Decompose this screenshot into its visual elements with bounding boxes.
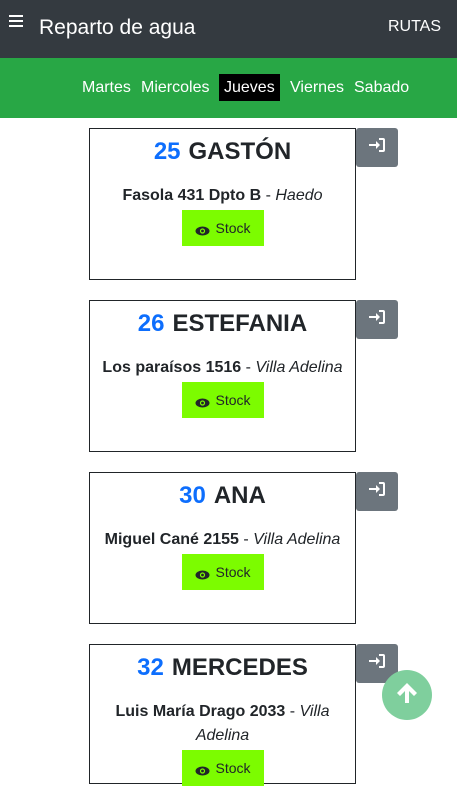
customer-address: Luis María Drago 2033 - Villa Adelina (100, 700, 345, 748)
hamburger-icon[interactable] (9, 12, 27, 32)
stock-label: Stock (215, 392, 251, 408)
customer-number: 25 (153, 138, 181, 165)
sign-in-icon (369, 654, 385, 673)
address-separator: - (261, 187, 276, 204)
customer-heading: 32 MERCEDES (90, 653, 355, 683)
day-tab-sabado[interactable]: Sabado (350, 74, 413, 101)
day-selector: Martes Miercoles Jueves Viernes Sabado (0, 58, 457, 118)
locality: Haedo (275, 187, 323, 204)
customer-card: 30 ANA Miguel Cané 2155 - Villa Adelina S… (89, 472, 356, 624)
eye-icon (195, 567, 210, 580)
routes-link[interactable]: RUTAS (388, 17, 441, 37)
customer-heading: 25 GASTÓN (90, 137, 355, 167)
stock-label: Stock (215, 760, 251, 776)
locality: Villa Adelina (253, 531, 341, 548)
open-customer-button[interactable] (356, 472, 398, 511)
customer-name: ESTEFANIA (172, 310, 308, 337)
street-address: Luis María Drago 2033 (115, 703, 286, 720)
open-customer-button[interactable] (356, 128, 398, 167)
customer-card: 32 MERCEDES Luis María Drago 2033 - Villa… (89, 644, 356, 786)
street-address: Los paraísos 1516 (102, 359, 242, 376)
customer-address: Miguel Cané 2155 - Villa Adelina (100, 528, 345, 552)
stock-button[interactable]: Stock (182, 554, 264, 590)
customer-heading: 30 ANA (90, 481, 355, 511)
stock-button[interactable]: Stock (182, 750, 264, 786)
day-tab-viernes[interactable]: Viernes (286, 74, 348, 101)
sign-in-icon (369, 138, 385, 157)
day-tab-miercoles[interactable]: Miercoles (137, 74, 213, 101)
eye-icon (195, 763, 210, 776)
day-tab-martes[interactable]: Martes (78, 74, 135, 101)
customer-name: MERCEDES (171, 654, 308, 681)
day-tab-jueves[interactable]: Jueves (219, 74, 280, 101)
locality: Villa Adelina (255, 359, 343, 376)
customer-name: ANA (213, 482, 266, 509)
customer-number: 26 (137, 310, 165, 337)
stock-label: Stock (215, 564, 251, 580)
eye-icon (195, 395, 210, 408)
eye-icon (195, 223, 210, 236)
customer-address: Fasola 431 Dpto B - Haedo (100, 184, 345, 208)
sign-in-icon (369, 482, 385, 501)
stock-button[interactable]: Stock (182, 210, 264, 246)
sign-in-icon (369, 310, 385, 329)
customer-address: Los paraísos 1516 - Villa Adelina (100, 356, 345, 380)
street-address: Fasola 431 Dpto B (122, 187, 262, 204)
customer-name: GASTÓN (188, 138, 292, 165)
app-title: Reparto de agua (39, 16, 196, 39)
customer-card: 25 GASTÓN Fasola 431 Dpto B - Haedo Stock (89, 128, 356, 280)
address-separator: - (238, 531, 254, 548)
stock-label: Stock (215, 220, 251, 236)
top-navbar: Reparto de agua RUTAS (0, 0, 457, 58)
address-separator: - (241, 359, 256, 376)
open-customer-button[interactable] (356, 300, 398, 339)
stock-button[interactable]: Stock (182, 382, 264, 418)
customer-number: 30 (179, 482, 206, 509)
customer-heading: 26 ESTEFANIA (90, 309, 355, 339)
address-separator: - (285, 703, 300, 720)
arrow-up-icon (396, 681, 418, 710)
customer-number: 32 (137, 654, 164, 681)
customer-card: 26 ESTEFANIA Los paraísos 1516 - Villa Ad… (89, 300, 356, 452)
street-address: Miguel Cané 2155 (104, 531, 239, 548)
scroll-top-button[interactable] (382, 670, 432, 720)
